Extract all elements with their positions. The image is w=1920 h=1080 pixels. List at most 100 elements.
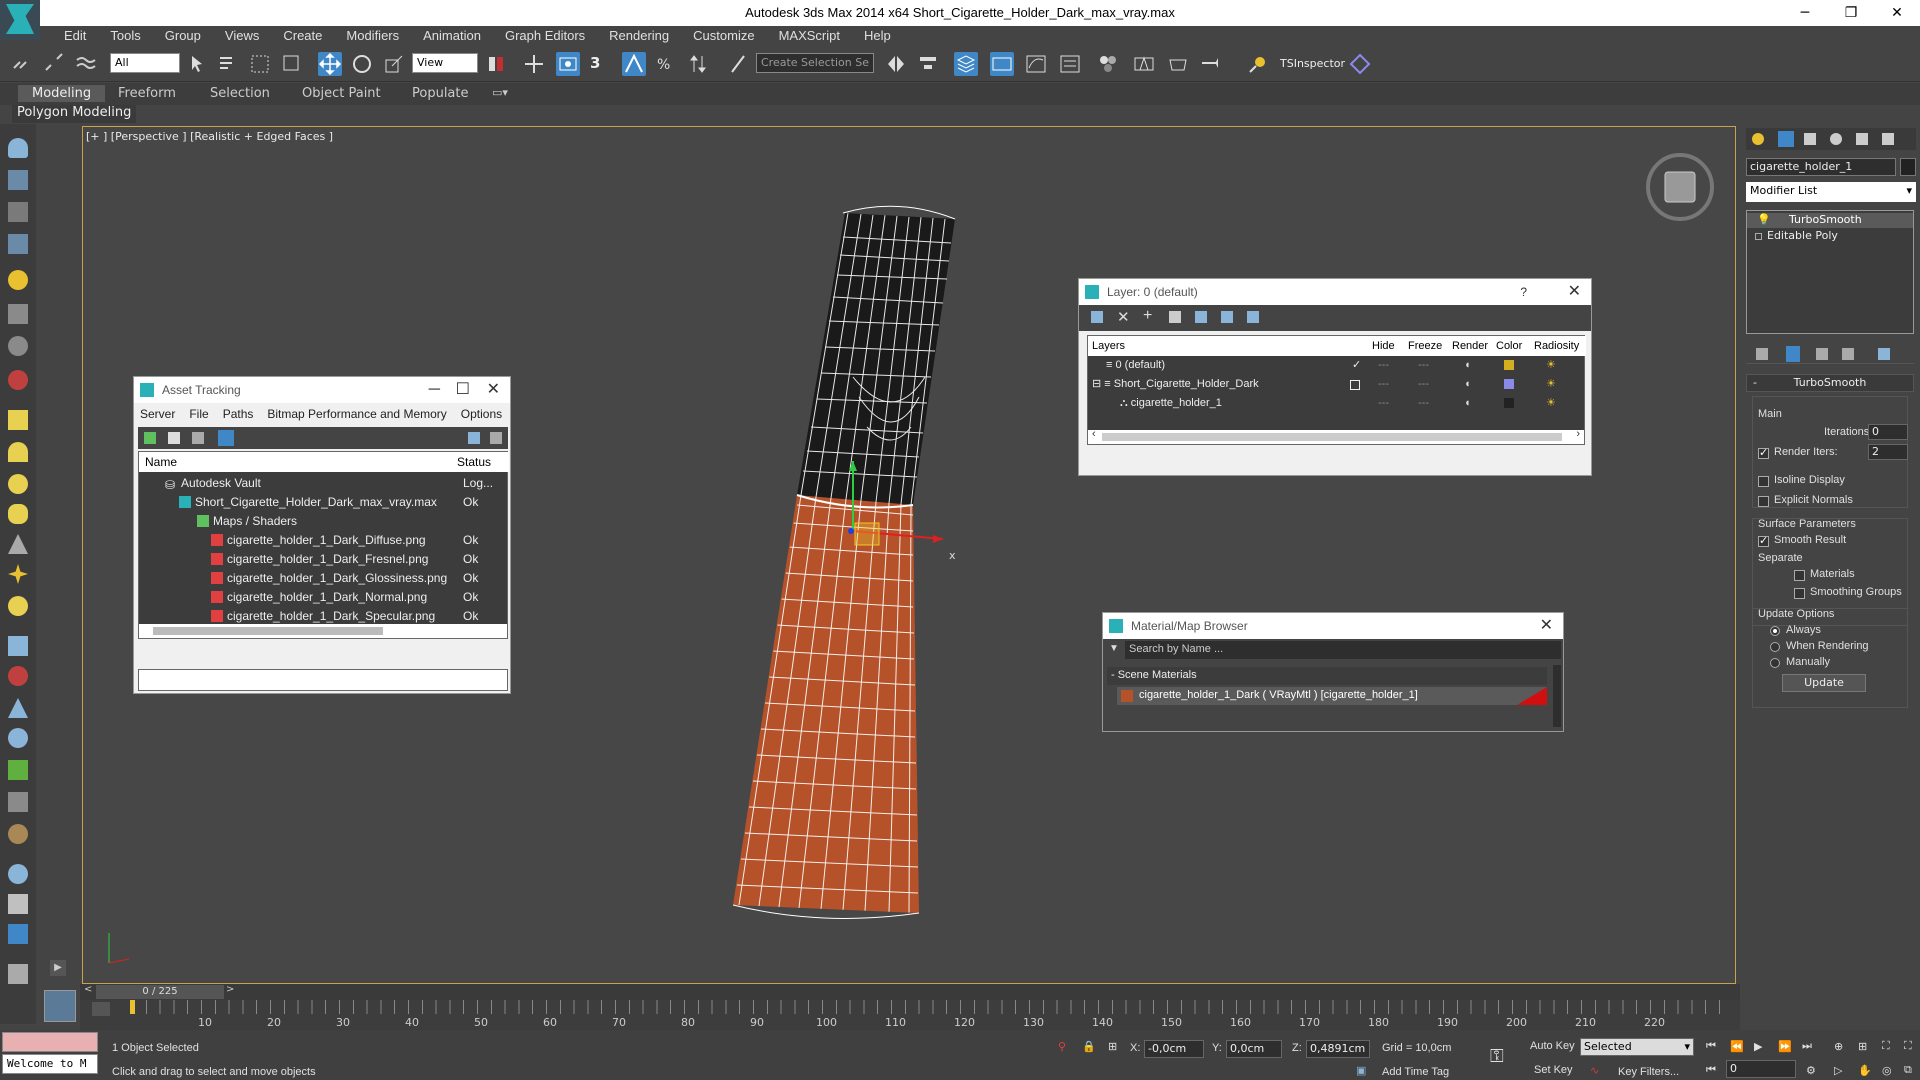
highlight-layer-icon[interactable] (1195, 311, 1207, 323)
manipulate-icon[interactable] (522, 52, 546, 76)
maximize-button[interactable]: ❐ (1828, 0, 1874, 26)
align-icon[interactable] (916, 52, 940, 76)
refresh-icon[interactable] (144, 432, 156, 444)
tab-populate[interactable]: Populate (412, 86, 469, 101)
mirror-icon[interactable] (884, 52, 908, 76)
always-radio[interactable] (1770, 626, 1780, 636)
materials-checkbox[interactable] (1794, 570, 1805, 581)
maxscript-listener-input[interactable]: Welcome to M (2, 1054, 98, 1074)
ball-icon[interactable] (8, 596, 28, 616)
angle-snap-icon[interactable] (622, 52, 646, 76)
rendered-frame-window-icon[interactable] (1166, 52, 1190, 76)
radiosity-icon[interactable]: ☀ (1546, 356, 1556, 375)
asset-row-normal[interactable]: cigarette_holder_1_Dark_Normal.png Ok (139, 588, 499, 607)
help-button[interactable]: ? (1520, 279, 1527, 305)
menu-edit[interactable]: Edit (52, 26, 98, 46)
shell-icon[interactable] (8, 824, 28, 844)
menu-views[interactable]: Views (213, 26, 271, 46)
hide-all-icon[interactable] (1221, 311, 1233, 323)
stack-item-editable-poly[interactable]: Editable Poly (1747, 229, 1913, 244)
column-render[interactable]: Render (1452, 340, 1488, 352)
key-filters-button[interactable]: Key Filters... (1618, 1066, 1679, 1078)
helper-icon[interactable] (8, 304, 28, 324)
column-hide[interactable]: Hide (1372, 340, 1395, 352)
gear-icon[interactable] (8, 728, 28, 748)
asset-row-fresnel[interactable]: cigarette_holder_1_Dark_Fresnel.png Ok (139, 550, 499, 569)
detail-view-icon[interactable] (192, 432, 204, 444)
key-mode-toggle-icon[interactable]: ⏮ (1706, 1064, 1716, 1077)
modify-tab-icon[interactable] (1778, 131, 1794, 147)
layer-row-default[interactable]: ≡ 0 (default) ✓ --- --- ◖ ☀ (1088, 356, 1584, 375)
close-icon[interactable]: ✕ (487, 377, 500, 403)
show-end-result-icon[interactable] (1786, 346, 1800, 362)
polygon-modeling-label[interactable]: Polygon Modeling (12, 105, 137, 123)
bind-spacewarp-icon[interactable] (74, 52, 98, 76)
named-selection-set-input[interactable]: Create Selection Se (756, 53, 874, 73)
teapot-icon[interactable] (8, 138, 28, 158)
fov-icon[interactable]: ▷ (1834, 1064, 1842, 1077)
delete-layer-icon[interactable]: ✕ (1117, 308, 1130, 326)
ribbon-options-icon[interactable]: ▭▾ (492, 86, 508, 99)
zoom-extents-icon[interactable]: ⛶ (1882, 1040, 1890, 1053)
new-layer-icon[interactable] (1091, 311, 1103, 323)
material-item[interactable]: cigarette_holder_1_Dark ( VRayMtl ) [cig… (1117, 687, 1547, 705)
stack-item-turbosmooth[interactable]: 💡 TurboSmooth (1747, 213, 1913, 228)
torus-icon[interactable] (8, 504, 28, 524)
render-production-icon[interactable] (1198, 52, 1222, 76)
reference-coordinate-select[interactable]: View (412, 53, 478, 73)
select-by-name-icon[interactable] (216, 52, 240, 76)
menu-group[interactable]: Group (153, 26, 213, 46)
layer-manager-icon[interactable] (954, 52, 978, 76)
configure-sets-icon[interactable] (1878, 348, 1890, 360)
zoom-extents-all-icon[interactable]: ⛶ (1904, 1040, 1912, 1053)
scene-materials-header[interactable]: - Scene Materials (1107, 667, 1547, 685)
freeze-toggle[interactable]: --- (1418, 356, 1429, 375)
layer-color-swatch[interactable] (1504, 398, 1514, 408)
current-frame-field[interactable]: 0 (1726, 1060, 1796, 1078)
column-color[interactable]: Color (1496, 340, 1522, 352)
key-icon[interactable]: ⚿ (1490, 1046, 1504, 1067)
render-iters-spinner[interactable]: 2 (1868, 444, 1908, 460)
render-teapot-icon[interactable]: ◖ (1464, 375, 1471, 394)
search-menu-icon[interactable]: ▼ (1109, 643, 1119, 654)
tab-object-paint[interactable]: Object Paint (302, 86, 381, 101)
layer-row-object[interactable]: ⛬ cigarette_holder_1 --- --- ◖ ☀ (1088, 394, 1584, 413)
list-icon[interactable] (8, 202, 28, 222)
material-browser-titlebar[interactable]: Material/Map Browser ✕ (1103, 613, 1563, 639)
add-time-tag-label[interactable]: Add Time Tag (1382, 1066, 1449, 1078)
radiosity-icon[interactable]: ☀ (1546, 394, 1556, 413)
time-slider-thumb[interactable]: 0 / 225 (96, 985, 224, 999)
maximize-viewport-icon[interactable]: ⧉ (1904, 1064, 1912, 1077)
isolate-icon[interactable]: ⚲ (1058, 1040, 1066, 1053)
play-icon[interactable]: ▶ (1754, 1040, 1762, 1053)
turbosmooth-rollout-header[interactable]: - TurboSmooth (1746, 374, 1914, 392)
material-editor-icon[interactable] (1096, 52, 1120, 76)
tsinspector-label[interactable]: TSInspector (1280, 57, 1345, 70)
modifier-list-select[interactable]: Modifier List ▾ (1746, 182, 1916, 202)
create-tab-icon[interactable] (1752, 133, 1764, 145)
freeze-toggle[interactable]: --- (1418, 375, 1429, 394)
mini-viewport-icon[interactable] (44, 990, 76, 1022)
hide-toggle[interactable]: --- (1378, 356, 1389, 375)
light-icon[interactable] (8, 270, 28, 290)
hand-icon[interactable] (8, 792, 28, 812)
lightbulb-icon[interactable]: 💡 (1757, 213, 1771, 226)
radiosity-icon[interactable]: ☀ (1546, 375, 1556, 394)
goto-end-icon[interactable]: ⏭ (1802, 1040, 1812, 1053)
pan-icon[interactable]: ✋ (1858, 1064, 1872, 1077)
viewcube-icon[interactable] (1645, 152, 1715, 222)
render-setup-icon[interactable] (1132, 52, 1156, 76)
bin-icon[interactable] (8, 964, 28, 984)
prev-key-icon[interactable]: ⏪ (1730, 1040, 1744, 1053)
select-objects-icon[interactable] (1169, 311, 1181, 323)
diamond-tool-icon[interactable] (1348, 52, 1372, 76)
maximize-icon[interactable]: ☐ (456, 377, 470, 403)
sphere-icon[interactable] (8, 474, 28, 494)
asset-row-diffuse[interactable]: cigarette_holder_1_Dark_Diffuse.png Ok (139, 531, 499, 550)
tab-freeform[interactable]: Freeform (118, 86, 176, 101)
lock-selection-icon[interactable]: 🔒 (1082, 1040, 1096, 1053)
material-search-input[interactable]: Search by Name ... (1125, 641, 1561, 659)
explicit-normals-checkbox[interactable] (1758, 496, 1769, 507)
script-icon[interactable] (8, 894, 28, 914)
list-view-icon[interactable] (168, 432, 180, 444)
